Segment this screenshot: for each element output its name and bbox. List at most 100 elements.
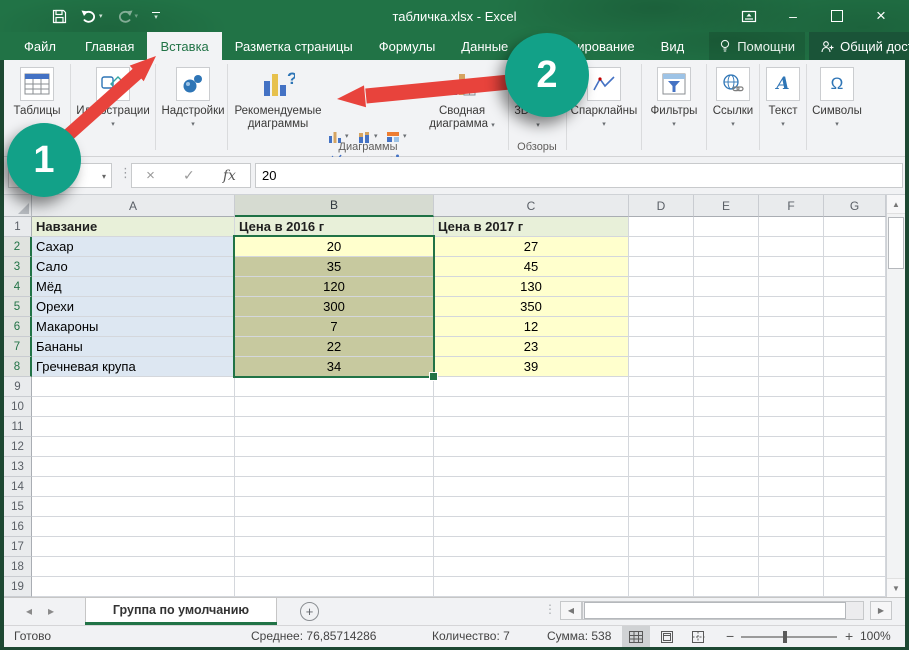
cell-B3[interactable]: 35 — [235, 257, 434, 277]
cell-D17[interactable] — [629, 537, 694, 557]
cell-E2[interactable] — [694, 237, 759, 257]
cell-F2[interactable] — [759, 237, 824, 257]
column-header-A[interactable]: A — [32, 195, 235, 217]
cell-A19[interactable] — [32, 577, 235, 597]
cell-C9[interactable] — [434, 377, 629, 397]
undo-caret-icon[interactable]: ▾ — [99, 12, 103, 20]
row-header-5[interactable]: 5 — [4, 297, 32, 317]
cell-A12[interactable] — [32, 437, 235, 457]
zoom-out-button[interactable]: − — [726, 628, 734, 644]
cell-E7[interactable] — [694, 337, 759, 357]
cell-E10[interactable] — [694, 397, 759, 417]
cell-B16[interactable] — [235, 517, 434, 537]
cell-A13[interactable] — [32, 457, 235, 477]
cell-G6[interactable] — [824, 317, 886, 337]
cell-D12[interactable] — [629, 437, 694, 457]
text-button[interactable]: A Текст ▾ — [762, 63, 804, 153]
cell-D11[interactable] — [629, 417, 694, 437]
cell-F5[interactable] — [759, 297, 824, 317]
view-page-layout-button[interactable] — [653, 626, 681, 647]
filters-button[interactable]: Фильтры ▾ — [644, 63, 704, 153]
row-header-10[interactable]: 10 — [4, 397, 32, 417]
cell-C14[interactable] — [434, 477, 629, 497]
cell-C17[interactable] — [434, 537, 629, 557]
row-header-1[interactable]: 1 — [4, 217, 32, 237]
row-header-19[interactable]: 19 — [4, 577, 32, 597]
cell-E5[interactable] — [694, 297, 759, 317]
tab-insert[interactable]: Вставка — [147, 32, 221, 60]
cell-D15[interactable] — [629, 497, 694, 517]
cell-A17[interactable] — [32, 537, 235, 557]
cell-D4[interactable] — [629, 277, 694, 297]
cell-B2[interactable]: 20 — [235, 237, 434, 257]
cell-G18[interactable] — [824, 557, 886, 577]
row-header-7[interactable]: 7 — [4, 337, 32, 357]
row-header-3[interactable]: 3 — [4, 257, 32, 277]
redo-caret-icon[interactable]: ▾ — [135, 12, 139, 20]
cell-E14[interactable] — [694, 477, 759, 497]
scroll-left-icon[interactable]: ◀ — [560, 601, 582, 620]
scroll-down-icon[interactable]: ▼ — [887, 578, 905, 597]
row-header-8[interactable]: 8 — [4, 357, 32, 377]
insert-function-icon[interactable]: fx — [223, 168, 236, 184]
cell-C13[interactable] — [434, 457, 629, 477]
cell-B13[interactable] — [235, 457, 434, 477]
tab-page-layout[interactable]: Разметка страницы — [222, 32, 366, 60]
cell-G7[interactable] — [824, 337, 886, 357]
cell-B9[interactable] — [235, 377, 434, 397]
row-header-9[interactable]: 9 — [4, 377, 32, 397]
cell-F9[interactable] — [759, 377, 824, 397]
cell-F3[interactable] — [759, 257, 824, 277]
cell-A1[interactable]: Навзание — [32, 217, 235, 237]
cell-C3[interactable]: 45 — [434, 257, 629, 277]
tab-home[interactable]: Главная — [72, 32, 147, 60]
sheet-bar-splitter[interactable]: ⋮ — [544, 602, 556, 616]
cell-C15[interactable] — [434, 497, 629, 517]
cell-E12[interactable] — [694, 437, 759, 457]
cell-G16[interactable] — [824, 517, 886, 537]
cell-G14[interactable] — [824, 477, 886, 497]
column-header-D[interactable]: D — [629, 195, 694, 217]
fill-handle[interactable] — [429, 372, 438, 381]
cell-B17[interactable] — [235, 537, 434, 557]
cell-B19[interactable] — [235, 577, 434, 597]
row-header-18[interactable]: 18 — [4, 557, 32, 577]
cell-G10[interactable] — [824, 397, 886, 417]
addins-button[interactable]: Надстройки ▾ — [158, 63, 228, 153]
cell-G2[interactable] — [824, 237, 886, 257]
cell-D13[interactable] — [629, 457, 694, 477]
cell-G8[interactable] — [824, 357, 886, 377]
cell-A15[interactable] — [32, 497, 235, 517]
cell-E9[interactable] — [694, 377, 759, 397]
cell-F6[interactable] — [759, 317, 824, 337]
cell-C7[interactable]: 23 — [434, 337, 629, 357]
cell-D3[interactable] — [629, 257, 694, 277]
maximize-button[interactable] — [815, 0, 859, 32]
cell-E17[interactable] — [694, 537, 759, 557]
cell-D16[interactable] — [629, 517, 694, 537]
cell-D14[interactable] — [629, 477, 694, 497]
cell-C16[interactable] — [434, 517, 629, 537]
cell-G15[interactable] — [824, 497, 886, 517]
cell-C4[interactable]: 130 — [434, 277, 629, 297]
tell-me-button[interactable]: Помощни — [709, 32, 805, 60]
cell-D2[interactable] — [629, 237, 694, 257]
cell-G4[interactable] — [824, 277, 886, 297]
recommended-charts-button[interactable]: ? Рекомендуемые диаграммы — [231, 63, 325, 153]
cell-B4[interactable]: 120 — [235, 277, 434, 297]
customize-qat-button[interactable]: ▾ — [152, 12, 160, 21]
cell-C1[interactable]: Цена в 2017 г — [434, 217, 629, 237]
cell-E4[interactable] — [694, 277, 759, 297]
row-header-12[interactable]: 12 — [4, 437, 32, 457]
cell-A7[interactable]: Бананы — [32, 337, 235, 357]
scroll-right-icon[interactable]: ▶ — [870, 601, 892, 620]
row-header-14[interactable]: 14 — [4, 477, 32, 497]
cell-B7[interactable]: 22 — [235, 337, 434, 357]
cell-E15[interactable] — [694, 497, 759, 517]
cell-B10[interactable] — [235, 397, 434, 417]
cell-C18[interactable] — [434, 557, 629, 577]
cell-G11[interactable] — [824, 417, 886, 437]
ribbon-display-options-button[interactable] — [727, 0, 771, 32]
zoom-slider-thumb[interactable] — [783, 631, 787, 643]
minimize-button[interactable]: – — [771, 0, 815, 32]
